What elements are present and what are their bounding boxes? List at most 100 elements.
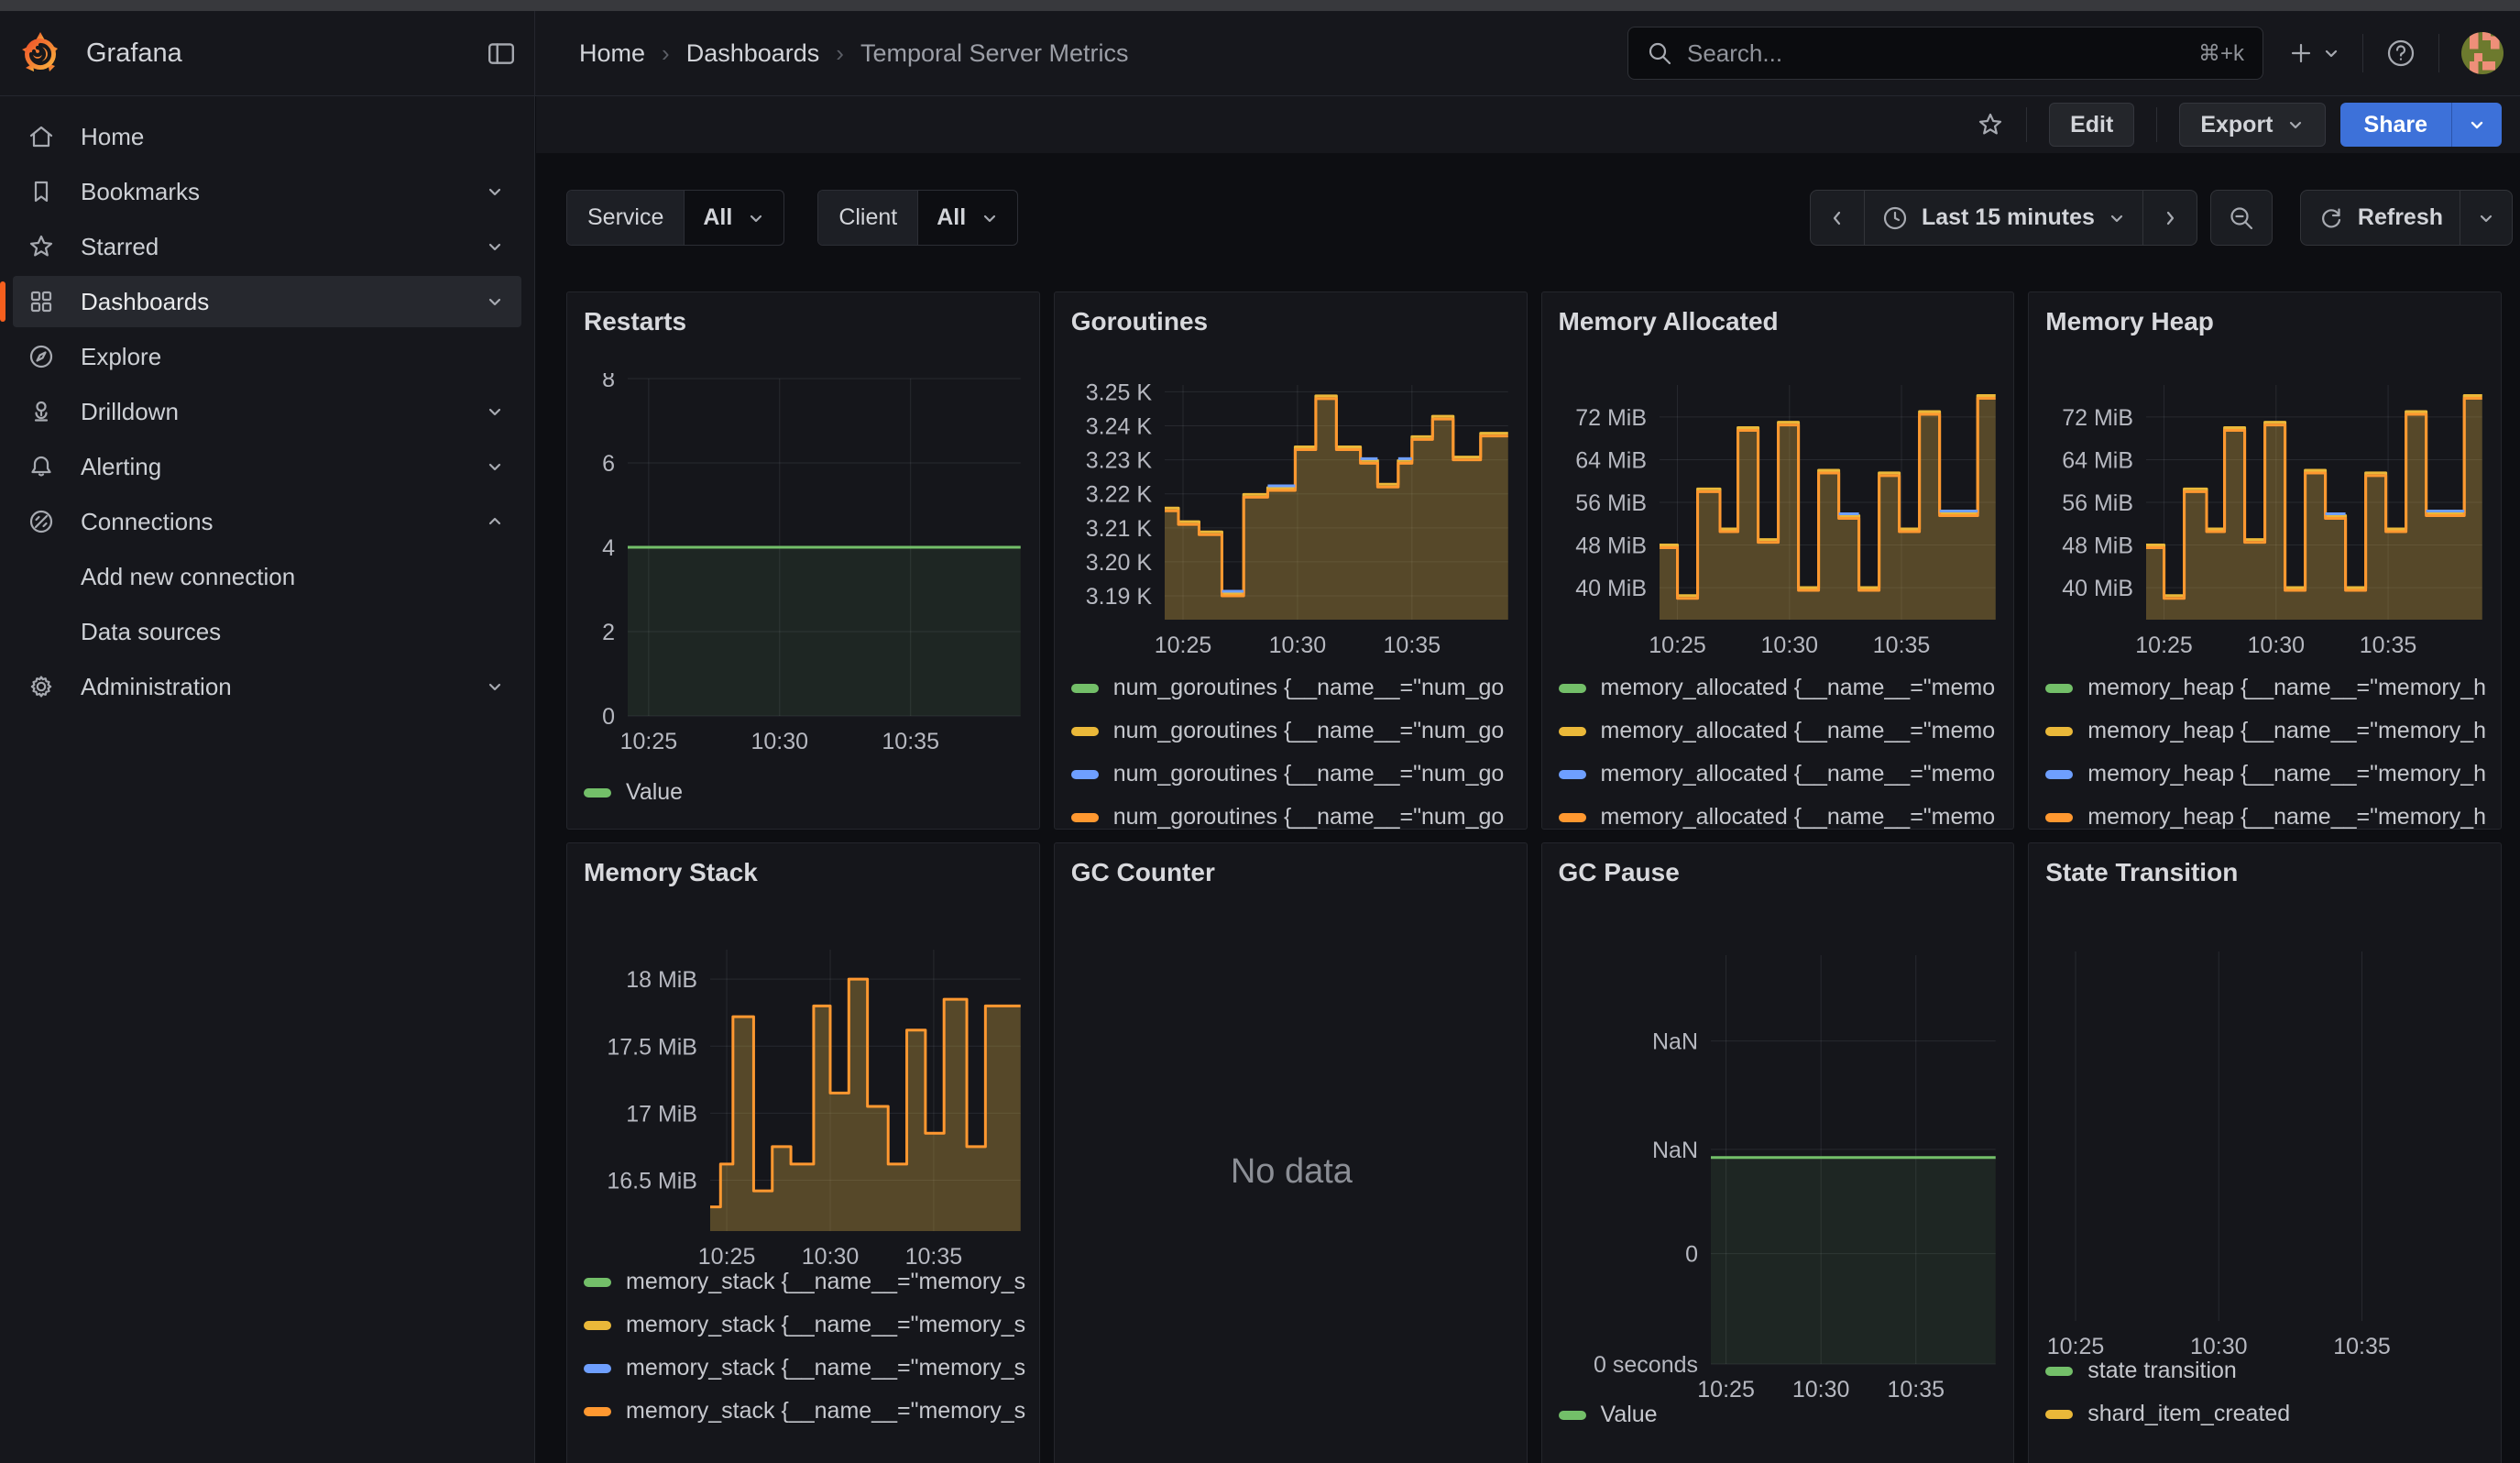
client-variable-label: Client (818, 191, 918, 245)
breadcrumb-dashboards[interactable]: Dashboards (686, 39, 820, 68)
service-variable-label: Service (567, 191, 685, 245)
favorite-star-icon[interactable] (1977, 111, 2004, 138)
export-button[interactable]: Export (2179, 103, 2325, 147)
panel-gc-counter[interactable]: GC Counter No data (1054, 842, 1528, 1463)
panel-memory-allocated[interactable]: Memory Allocated 40 MiB48 MiB56 MiB64 Mi… (1541, 292, 2015, 830)
edit-button[interactable]: Edit (2049, 103, 2134, 147)
legend-item[interactable]: memory_heap {__name__="memory_h (2045, 753, 2492, 796)
legend-item[interactable]: num_goroutines {__name__="num_go (1071, 666, 1517, 710)
legend-item[interactable]: memory_allocated {__name__="memo (1559, 753, 2005, 796)
legend-item[interactable]: memory_allocated {__name__="memo (1559, 666, 2005, 710)
svg-text:10:30: 10:30 (2248, 632, 2306, 658)
sidebar-item-home[interactable]: Home (13, 111, 521, 162)
legend-item[interactable]: memory_allocated {__name__="memo (1559, 710, 2005, 753)
svg-text:10:25: 10:25 (2136, 632, 2194, 658)
chevron-right-icon (2160, 208, 2180, 228)
panel-memory-stack[interactable]: Memory Stack 16.5 MiB17 MiB17.5 MiB18 Mi… (566, 842, 1040, 1463)
legend-item[interactable]: memory_stack {__name__="memory_s (584, 1347, 1030, 1390)
chevron-up-icon (485, 512, 505, 532)
sidebar-item-add-new-connection[interactable]: Add new connection (13, 551, 521, 602)
svg-text:56 MiB: 56 MiB (1575, 490, 1647, 516)
svg-text:10:25: 10:25 (620, 729, 678, 754)
clock-icon (1881, 204, 1909, 232)
svg-text:4: 4 (602, 535, 615, 561)
svg-text:10:25: 10:25 (1154, 632, 1211, 658)
sidebar-item-starred[interactable]: Starred (13, 221, 521, 272)
client-variable-value[interactable]: All (918, 191, 1017, 245)
legend-item[interactable]: Value (1559, 1393, 2005, 1436)
share-dropdown-button[interactable] (2451, 103, 2502, 147)
legend-item[interactable]: memory_heap {__name__="memory_h (2045, 796, 2492, 830)
svg-text:56 MiB: 56 MiB (2062, 490, 2133, 516)
time-range-picker[interactable]: Last 15 minutes (1865, 191, 2143, 245)
panel-title: State Transition (2045, 858, 2238, 887)
share-button[interactable]: Share (2340, 103, 2451, 147)
panel-restarts[interactable]: Restarts 0246810:2510:3010:35 Value (566, 292, 1040, 830)
refresh-interval-button[interactable] (2460, 191, 2512, 245)
time-forward-button[interactable] (2143, 191, 2197, 245)
star-icon (27, 233, 55, 260)
grafana-app: Grafana Home › Dashboards › Temporal Ser… (0, 0, 2520, 1463)
client-variable: Client All (817, 190, 1018, 246)
panel-memory-heap[interactable]: Memory Heap 40 MiB48 MiB56 MiB64 MiB72 M… (2028, 292, 2502, 830)
svg-text:10:35: 10:35 (1383, 632, 1441, 658)
sidebar-item-data-sources[interactable]: Data sources (13, 606, 521, 657)
legend-item[interactable]: memory_heap {__name__="memory_h (2045, 710, 2492, 753)
brand-name: Grafana (86, 38, 487, 69)
legend-item[interactable]: num_goroutines {__name__="num_go (1071, 710, 1517, 753)
svg-text:3.20 K: 3.20 K (1085, 550, 1152, 576)
breadcrumb-home[interactable]: Home (579, 39, 645, 68)
svg-text:0: 0 (1685, 1242, 1698, 1268)
time-back-button[interactable] (1811, 191, 1865, 245)
sidebar-item-explore[interactable]: Explore (13, 331, 521, 382)
service-variable: Service All (566, 190, 784, 246)
sidebar-item-administration[interactable]: Administration (13, 661, 521, 712)
panel-title: GC Counter (1071, 858, 1215, 887)
drilldown-icon (27, 398, 55, 425)
legend-item[interactable]: num_goroutines {__name__="num_go (1071, 796, 1517, 830)
legend: memory_allocated {__name__="memo memory_… (1559, 666, 2005, 830)
svg-text:16.5 MiB: 16.5 MiB (607, 1168, 697, 1194)
breadcrumb-separator: › (836, 39, 844, 68)
svg-text:10:30: 10:30 (1268, 632, 1326, 658)
sidebar-item-connections[interactable]: Connections (13, 496, 521, 547)
user-avatar[interactable] (2461, 32, 2504, 74)
panel-state-transition[interactable]: State Transition 10:2510:3010:35 state t… (2028, 842, 2502, 1463)
chevron-left-icon (1827, 208, 1847, 228)
legend-item[interactable]: shard_item_created (2045, 1392, 2492, 1436)
zoom-out-button[interactable] (2210, 190, 2273, 246)
service-variable-value[interactable]: All (685, 191, 783, 245)
add-new-button[interactable] (2287, 39, 2340, 67)
chevron-down-icon (485, 402, 505, 422)
brand-zone: Grafana (0, 11, 535, 95)
sidebar-item-drilldown[interactable]: Drilldown (13, 386, 521, 437)
panel-goroutines[interactable]: Goroutines 3.19 K3.20 K3.21 K3.22 K3.23 … (1054, 292, 1528, 830)
sidebar-item-bookmarks[interactable]: Bookmarks (13, 166, 521, 217)
svg-text:2: 2 (602, 620, 615, 645)
search-input[interactable]: Search... ⌘+k (1627, 27, 2263, 80)
panel-gc-pause[interactable]: GC Pause NaNNaN00 seconds10:2510:3010:35… (1541, 842, 2015, 1463)
template-variables: Service All Client All (566, 190, 1018, 246)
sidebar-item-dashboards[interactable]: Dashboards (13, 276, 521, 327)
sidebar-item-alerting[interactable]: Alerting (13, 441, 521, 492)
help-icon[interactable] (2385, 38, 2416, 69)
legend-item[interactable]: memory_stack {__name__="memory_s (584, 1260, 1030, 1304)
search-icon (1647, 40, 1672, 66)
svg-text:NaN: NaN (1651, 1138, 1697, 1163)
legend-item[interactable]: memory_stack {__name__="memory_s (584, 1304, 1030, 1347)
grafana-logo[interactable] (18, 31, 62, 75)
dock-sidebar-icon[interactable] (487, 38, 516, 68)
memory-heap-chart: 40 MiB48 MiB56 MiB64 MiB72 MiB10:2510:30… (2043, 380, 2488, 662)
goroutines-chart: 3.19 K3.20 K3.21 K3.22 K3.23 K3.24 K3.25… (1069, 380, 1514, 662)
dashboard-toolbar: Edit Export Share (536, 96, 2520, 153)
legend-item[interactable]: num_goroutines {__name__="num_go (1071, 753, 1517, 796)
bell-icon (27, 453, 55, 480)
restarts-chart: 0246810:2510:3010:35 (582, 373, 1026, 758)
panel-title: Restarts (584, 307, 686, 336)
refresh-button[interactable]: Refresh (2301, 191, 2460, 245)
legend-item[interactable]: Value (584, 771, 1030, 814)
legend-item[interactable]: memory_heap {__name__="memory_h (2045, 666, 2492, 710)
legend-item[interactable]: memory_stack {__name__="memory_s (584, 1390, 1030, 1433)
legend-item[interactable]: state transition (2045, 1349, 2492, 1392)
legend-item[interactable]: memory_allocated {__name__="memo (1559, 796, 2005, 830)
